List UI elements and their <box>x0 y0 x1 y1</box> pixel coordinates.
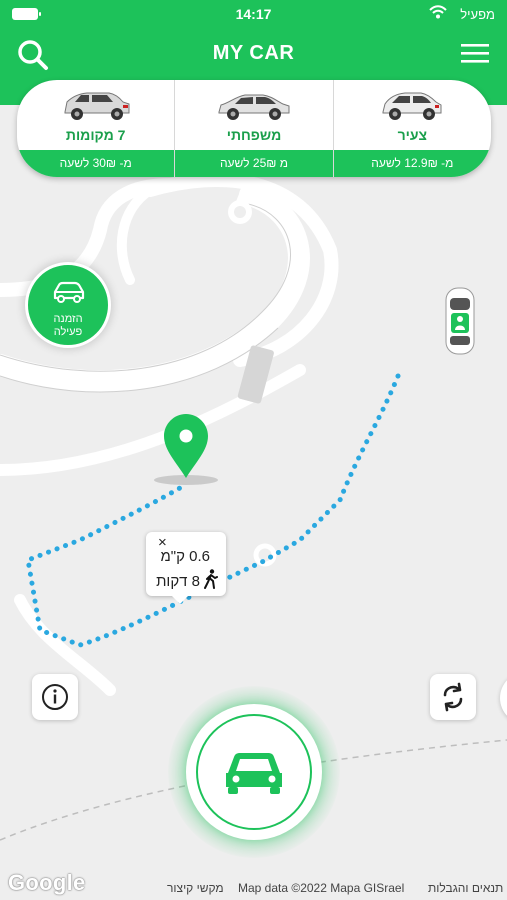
car-categories: 7 מקומות מ- 30₪ לשעה משפחתי מ 25₪ לשעה צ… <box>17 80 491 177</box>
info-icon <box>42 684 68 710</box>
map-footer: Google מקשי קיצור Map data ©2022 Mapa GI… <box>0 870 507 900</box>
hamburger-menu-icon[interactable] <box>459 40 491 68</box>
category-family[interactable]: משפחתי מ 25₪ לשעה <box>175 80 334 177</box>
map-data-attribution: Map data ©2022 Mapa GISrael <box>238 881 405 895</box>
category-price: מ- 30₪ לשעה <box>17 150 175 177</box>
car-icon <box>226 753 282 794</box>
route-duration: 8 דקות <box>156 573 200 590</box>
category-name: משפחתי <box>226 127 282 143</box>
route-info-tooltip: × 0.6 ק"מ 8 דקות <box>146 532 226 604</box>
category-price: מ- 12.9₪ לשעה <box>333 150 491 177</box>
google-logo: Google <box>8 870 86 895</box>
wifi-icon <box>429 5 447 22</box>
active-order-label: הזמנה פעילה <box>28 313 108 339</box>
search-icon[interactable] <box>16 38 50 72</box>
category-name: 7 מקומות <box>65 127 126 143</box>
terms-link[interactable]: תנאים והגבלות <box>428 881 503 895</box>
active-order-label-line1: הזמנה <box>53 313 83 325</box>
refresh-button[interactable] <box>430 674 476 720</box>
walking-person-icon <box>204 569 218 589</box>
keyboard-shortcuts-link[interactable]: מקשי קיצור <box>167 881 224 895</box>
category-young[interactable]: צעיר מ- 12.9₪ לשעה <box>333 80 491 177</box>
category-seven-seats[interactable]: 7 מקומות מ- 30₪ לשעה <box>17 80 176 177</box>
car-outline-icon <box>53 281 85 303</box>
active-order-label-line2: פעילה <box>53 326 83 338</box>
suv-image-icon <box>64 92 130 120</box>
route-distance: 0.6 ק"מ <box>160 548 210 565</box>
status-bar: 14:17 מפעיל <box>0 0 507 30</box>
parked-car-icon[interactable] <box>445 287 475 355</box>
app-title: MY CAR <box>212 42 295 64</box>
category-name: צעיר <box>397 127 428 143</box>
carrier-name: מפעיל <box>460 7 495 22</box>
refresh-icon <box>443 682 463 712</box>
info-button[interactable] <box>32 674 78 720</box>
active-order-button[interactable]: הזמנה פעילה <box>25 262 111 348</box>
compact-car-image-icon <box>382 92 442 120</box>
sedan-image-icon <box>218 94 290 120</box>
find-car-button[interactable] <box>186 704 322 840</box>
category-price: מ 25₪ לשעה <box>175 150 333 177</box>
